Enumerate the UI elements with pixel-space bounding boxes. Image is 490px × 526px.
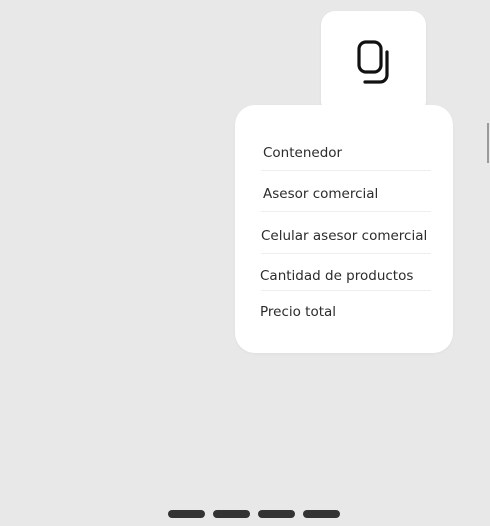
divider	[261, 211, 431, 212]
page-indicator-dot[interactable]	[258, 510, 295, 518]
field-menu: Contenedor Asesor comercial Celular ases…	[235, 105, 453, 353]
menu-item-precio-total[interactable]: Precio total	[260, 304, 336, 320]
page-indicator-dot[interactable]	[213, 510, 250, 518]
menu-item-cantidad-de-productos[interactable]: Cantidad de productos	[260, 268, 413, 284]
scroll-edge-marker	[487, 123, 489, 163]
page-indicator	[168, 510, 340, 518]
divider	[261, 170, 431, 171]
copy-button[interactable]	[321, 11, 426, 115]
divider	[261, 290, 431, 291]
copy-icon	[356, 40, 389, 84]
page-indicator-dot[interactable]	[303, 510, 340, 518]
page-indicator-dot[interactable]	[168, 510, 205, 518]
menu-item-celular-asesor-comercial[interactable]: Celular asesor comercial	[261, 228, 427, 244]
menu-item-contenedor[interactable]: Contenedor	[263, 145, 342, 161]
divider	[261, 253, 431, 254]
menu-item-asesor-comercial[interactable]: Asesor comercial	[263, 186, 378, 202]
